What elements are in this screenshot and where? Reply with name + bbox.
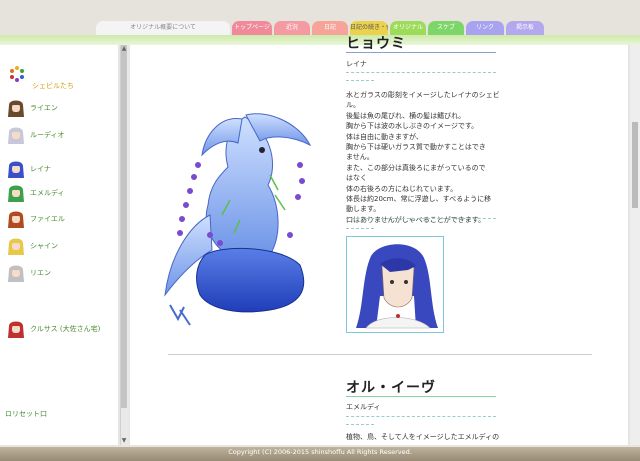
sidebar-item[interactable]: レイナ: [6, 158, 51, 180]
sidebar-item-label: レイナ: [30, 165, 51, 173]
entry-description-start: 植物、鳥、そして人をイメージしたエメルディの: [346, 433, 500, 441]
tab-6[interactable]: スケブ: [428, 21, 464, 35]
description-line: 動します。: [346, 205, 381, 214]
reset-link[interactable]: ロリセット口: [5, 409, 47, 419]
description-line: 胸から下は硬いガラス質で動かすことはでき: [346, 143, 486, 152]
sidebar-item-label: リエン: [30, 269, 51, 277]
tab-0[interactable]: オリジナル概要について: [96, 21, 230, 35]
description-line: 水とガラスの彫刻をイメージしたレイナのシェビ: [346, 91, 500, 99]
divider: [346, 80, 374, 81]
sidebar-item[interactable]: リエン: [6, 262, 51, 284]
description-line: ません。: [346, 153, 374, 162]
header-band: [0, 35, 640, 45]
main-scrollbar[interactable]: [630, 45, 640, 445]
description-line: また、この部分は真後ろにまがっているので: [346, 163, 486, 172]
entry-description: 水とガラスの彫刻をイメージしたレイナのシェビ ル。 後髪は魚の尾びれ、横の髪は鰭びれ…: [346, 90, 500, 225]
title-underline: [346, 52, 496, 53]
entry-owner: レイナ: [346, 60, 367, 68]
tab-1[interactable]: トップページ: [232, 21, 272, 35]
divider: [346, 218, 496, 219]
sidebar-item-label: ライエン: [30, 104, 58, 112]
sidebar-item[interactable]: エメルディ: [6, 182, 65, 204]
description-line: 後髪は魚の尾びれ、横の髪は鰭びれ。: [346, 111, 466, 120]
sheville-dots-icon: [10, 66, 24, 82]
character-avatar-icon: [8, 238, 24, 255]
divider: [346, 424, 374, 425]
divider: [346, 72, 496, 73]
title-underline: [346, 396, 496, 397]
sidebar-item-label: エメルディ: [30, 189, 65, 197]
tab-3[interactable]: 日記: [312, 21, 348, 35]
entry-title-hyoumi: ヒョウミ: [346, 36, 406, 52]
entry-owner: エメルディ: [346, 403, 381, 411]
sidebar-item-label: シャイン: [30, 242, 58, 250]
description-line: 体は自由に動きますが、: [346, 132, 423, 141]
description-line: 体の右後ろの方にねじれています。: [346, 184, 458, 193]
sidebar-scroll-down-icon[interactable]: ▼: [121, 438, 127, 444]
sidebar-heading: シェビルたち: [32, 82, 74, 90]
character-avatar-icon: [8, 321, 24, 338]
sidebar-item[interactable]: シャイン: [6, 235, 58, 257]
character-avatar-icon: [8, 211, 24, 228]
sidebar-item-label: クルサス (大佐さん宅): [30, 325, 101, 333]
reina-portrait: [346, 236, 444, 333]
sidebar-item[interactable]: ライエン: [6, 97, 58, 119]
sidebar-item[interactable]: クルサス (大佐さん宅): [6, 318, 100, 340]
tab-2[interactable]: 近況: [274, 21, 310, 35]
main-scroll-thumb[interactable]: [632, 122, 638, 208]
description-line: 体長は約20cm、常に浮遊し、すべるように移: [346, 195, 492, 204]
sidebar-scroll-thumb[interactable]: [121, 45, 127, 408]
character-avatar-icon: [8, 100, 24, 117]
copyright-text: Copyright (C) 2006-2015 shinshoffu All R…: [228, 448, 412, 456]
tab-7[interactable]: リンク: [466, 21, 504, 35]
description-line: 口はありませんがしゃべることができます。: [346, 215, 486, 224]
character-avatar-icon: [8, 265, 24, 282]
entry-title-oru-iivu: オル・イーヴ: [346, 380, 436, 396]
hyoumi-illustration: [164, 113, 312, 326]
sidebar-item[interactable]: ファイエル: [6, 208, 65, 230]
description-line: はなく: [346, 174, 367, 183]
description-line: ル。: [346, 101, 360, 110]
tab-8[interactable]: 掲示板: [506, 21, 544, 35]
description-line: 胸から下は波の水しぶきのイメージです。: [346, 122, 479, 131]
divider: [346, 228, 374, 229]
entry-separator: [168, 354, 592, 355]
character-avatar-icon: [8, 127, 24, 144]
sidebar-item-label: ルーディオ: [30, 131, 65, 139]
character-avatar-icon: [8, 185, 24, 202]
character-avatar-icon: [8, 161, 24, 178]
sidebar-item[interactable]: ルーディオ: [6, 124, 65, 146]
sidebar-scroll-up-icon[interactable]: ▲: [121, 46, 127, 52]
divider: [346, 416, 496, 417]
sidebar-item-label: ファイエル: [30, 215, 65, 223]
